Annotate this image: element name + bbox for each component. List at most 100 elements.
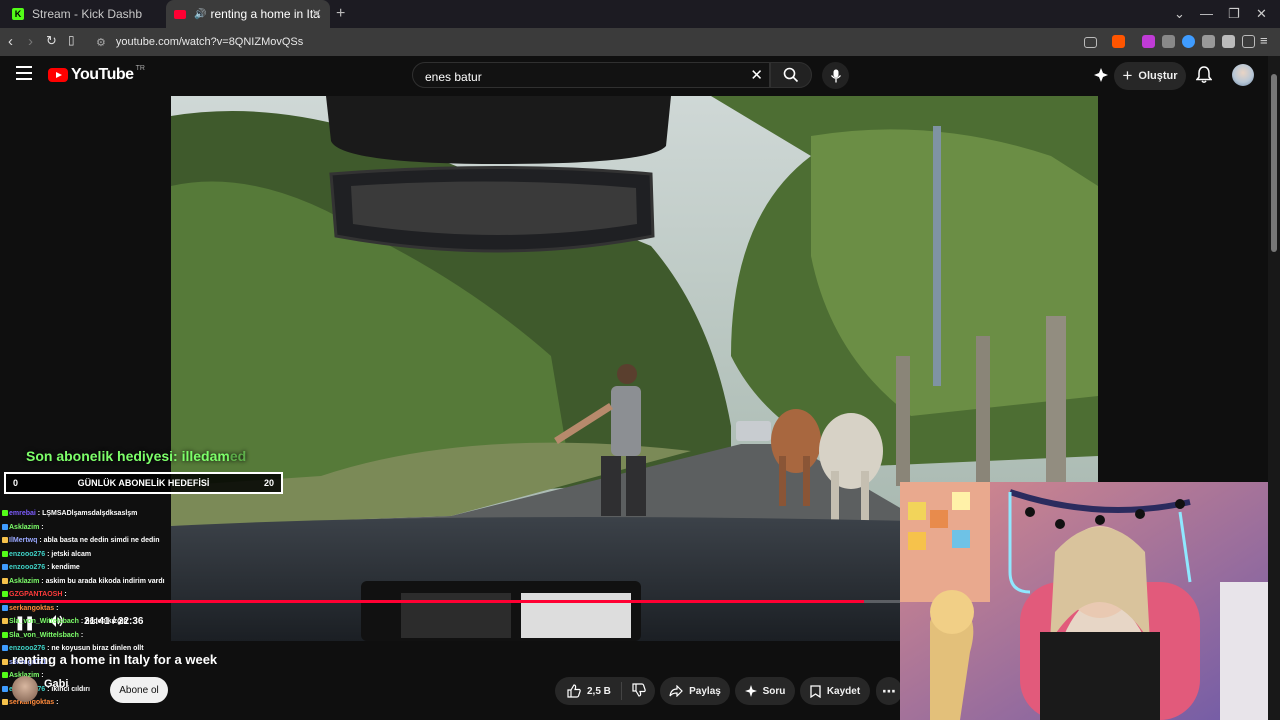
extension-icon[interactable] [1162,35,1175,48]
logo-text: YouTube [71,66,134,83]
media-control-icon[interactable] [1222,35,1235,48]
bookmark-icon [810,684,821,698]
chat-username: enzooo276 [9,645,46,652]
chat-text: : neden kızgın [78,618,128,625]
chat-badge-icon [2,685,8,692]
tab-kick-dashboard[interactable]: K Stream - Kick Dashboard [6,0,170,28]
chat-badge-icon [2,577,8,584]
goal-target: 20 [263,478,274,488]
sidebar-icon[interactable] [1242,35,1255,48]
back-icon[interactable]: ‹ [8,33,13,50]
chat-badge-icon [2,618,8,625]
close-tab-icon[interactable]: ✕ [311,6,322,22]
chat-message: Asklazim : [2,524,44,531]
extension-icon[interactable] [1142,35,1155,48]
account-avatar[interactable] [1232,64,1254,86]
chat-badge-icon [2,510,8,517]
search-input[interactable] [423,67,747,87]
clear-search-icon[interactable]: ✕ [750,66,763,84]
scrollbar-thumb[interactable] [1271,74,1277,252]
chat-badge-icon [2,672,8,679]
close-window-icon[interactable]: ✕ [1256,6,1267,22]
tab-title: Stream - Kick Dashboard [32,7,142,21]
notifications-bell-icon[interactable] [1196,66,1212,84]
tab-search-icon[interactable]: ⌄ [1174,6,1185,22]
ask-button[interactable]: Soru [735,677,795,705]
forward-icon[interactable]: › [28,33,33,50]
chat-message: enzooo276 : ne koyusun biraz dinlen ollt [2,645,144,652]
streamer-webcam [900,482,1280,720]
video-progress-fill [0,600,864,603]
search-box: ✕ [412,62,770,88]
save-button[interactable]: Kaydet [800,677,870,705]
youtube-play-icon [48,68,68,82]
channel-avatar[interactable] [12,676,38,702]
more-dots-icon: ⋯ [882,682,896,699]
ask-label: Soru [762,685,786,697]
maximize-icon[interactable]: ❐ [1228,6,1240,22]
chat-username: enzooo276 [9,564,46,571]
chat-username: serkangoktas [9,604,55,612]
chat-message: Asklazim : askim bu arada kikoda indirim… [2,578,165,585]
chat-text: : LŞMSADlşamsdalşdksaslşm [35,510,138,517]
premium-sparkle-icon[interactable] [1094,68,1108,82]
chat-username: Sla_von_Wittelsbach [9,631,79,639]
chat-username: Asklazim [9,577,40,585]
youtube-logo[interactable]: YouTube TR [48,65,145,84]
share-arrow-icon [669,685,683,697]
chat-message: enzooo276 : jetski alcam [2,551,91,558]
chat-username: Sla_von_Wittelsbach [9,618,79,625]
more-actions-button[interactable]: ⋯ [876,677,902,705]
create-label: Oluştur [1138,70,1178,82]
url-field[interactable]: ⚙ youtube.com/watch?v=8QNIZMovQSs [88,31,1088,53]
chat-text: : [39,523,44,531]
extensions-puzzle-icon[interactable] [1202,35,1215,48]
create-button[interactable]: + Oluştur [1114,62,1186,90]
chat-message: Sla_von_Wittelsbach : neden kızgın [2,618,128,625]
new-tab-button[interactable]: + [336,5,345,23]
brave-shield-icon[interactable] [1112,35,1125,48]
sub-gift-text: Son abonelik hediyesi: illedam [26,448,230,464]
bookmark-icon[interactable]: ▯ [68,33,75,47]
chat-badge-icon [2,537,8,544]
save-label: Kaydet [826,685,861,697]
chat-text: : kendime [45,564,80,571]
reload-icon[interactable]: ↻ [46,33,57,49]
browser-menu-icon[interactable]: ≡ [1260,33,1268,48]
search-button[interactable] [770,62,812,88]
video-progress-bar[interactable] [0,600,900,603]
audio-playing-icon[interactable]: 🔊 [194,9,206,20]
chat-text: : [39,672,44,679]
chat-badge-icon [2,645,8,652]
video-title: renting a home in Italy for a week [12,652,218,667]
chat-badge-icon [2,523,8,530]
chat-message: IlMertwq : abla basta ne dedin simdi ne … [2,537,160,544]
chat-text: : [78,631,84,639]
chat-message: Sla_von_Wittelsbach : [2,632,83,639]
voice-search-button[interactable] [822,62,849,89]
chat-message: serkangoktas : [2,605,58,612]
chat-badge-icon [2,591,8,598]
search-icon [783,67,799,83]
webcam-scene [900,482,1280,720]
chat-text: : [54,604,59,612]
tab-youtube-video[interactable]: 🔊 renting a home in Italy for a week ✕ [166,0,330,28]
like-button[interactable]: 2,5 B [555,682,622,700]
share-button[interactable]: Paylaş [660,677,730,705]
extension-icon[interactable] [1182,35,1195,48]
cast-icon[interactable] [1084,37,1097,48]
channel-name[interactable]: Gabi [44,678,68,690]
chat-badge-icon [2,564,8,571]
chat-text: : ne koyusun biraz dinlen ollt [45,645,144,652]
chat-username: GZGPANTAOSH [9,591,63,598]
page-scrollbar[interactable] [1268,56,1280,720]
sub-gift-alert: Son abonelik hediyesi: illedamed [26,448,246,464]
chat-text: : askim bu arada kikoda indirim vardı [39,577,165,585]
site-info-icon[interactable]: ⚙ [96,36,106,49]
dislike-button[interactable] [622,682,652,700]
minimize-icon[interactable]: — [1200,6,1213,21]
subscribe-button[interactable]: Abone ol [110,677,168,703]
hamburger-menu-icon[interactable] [16,66,32,80]
chat-text: : [54,699,59,706]
youtube-favicon-icon [174,9,186,19]
